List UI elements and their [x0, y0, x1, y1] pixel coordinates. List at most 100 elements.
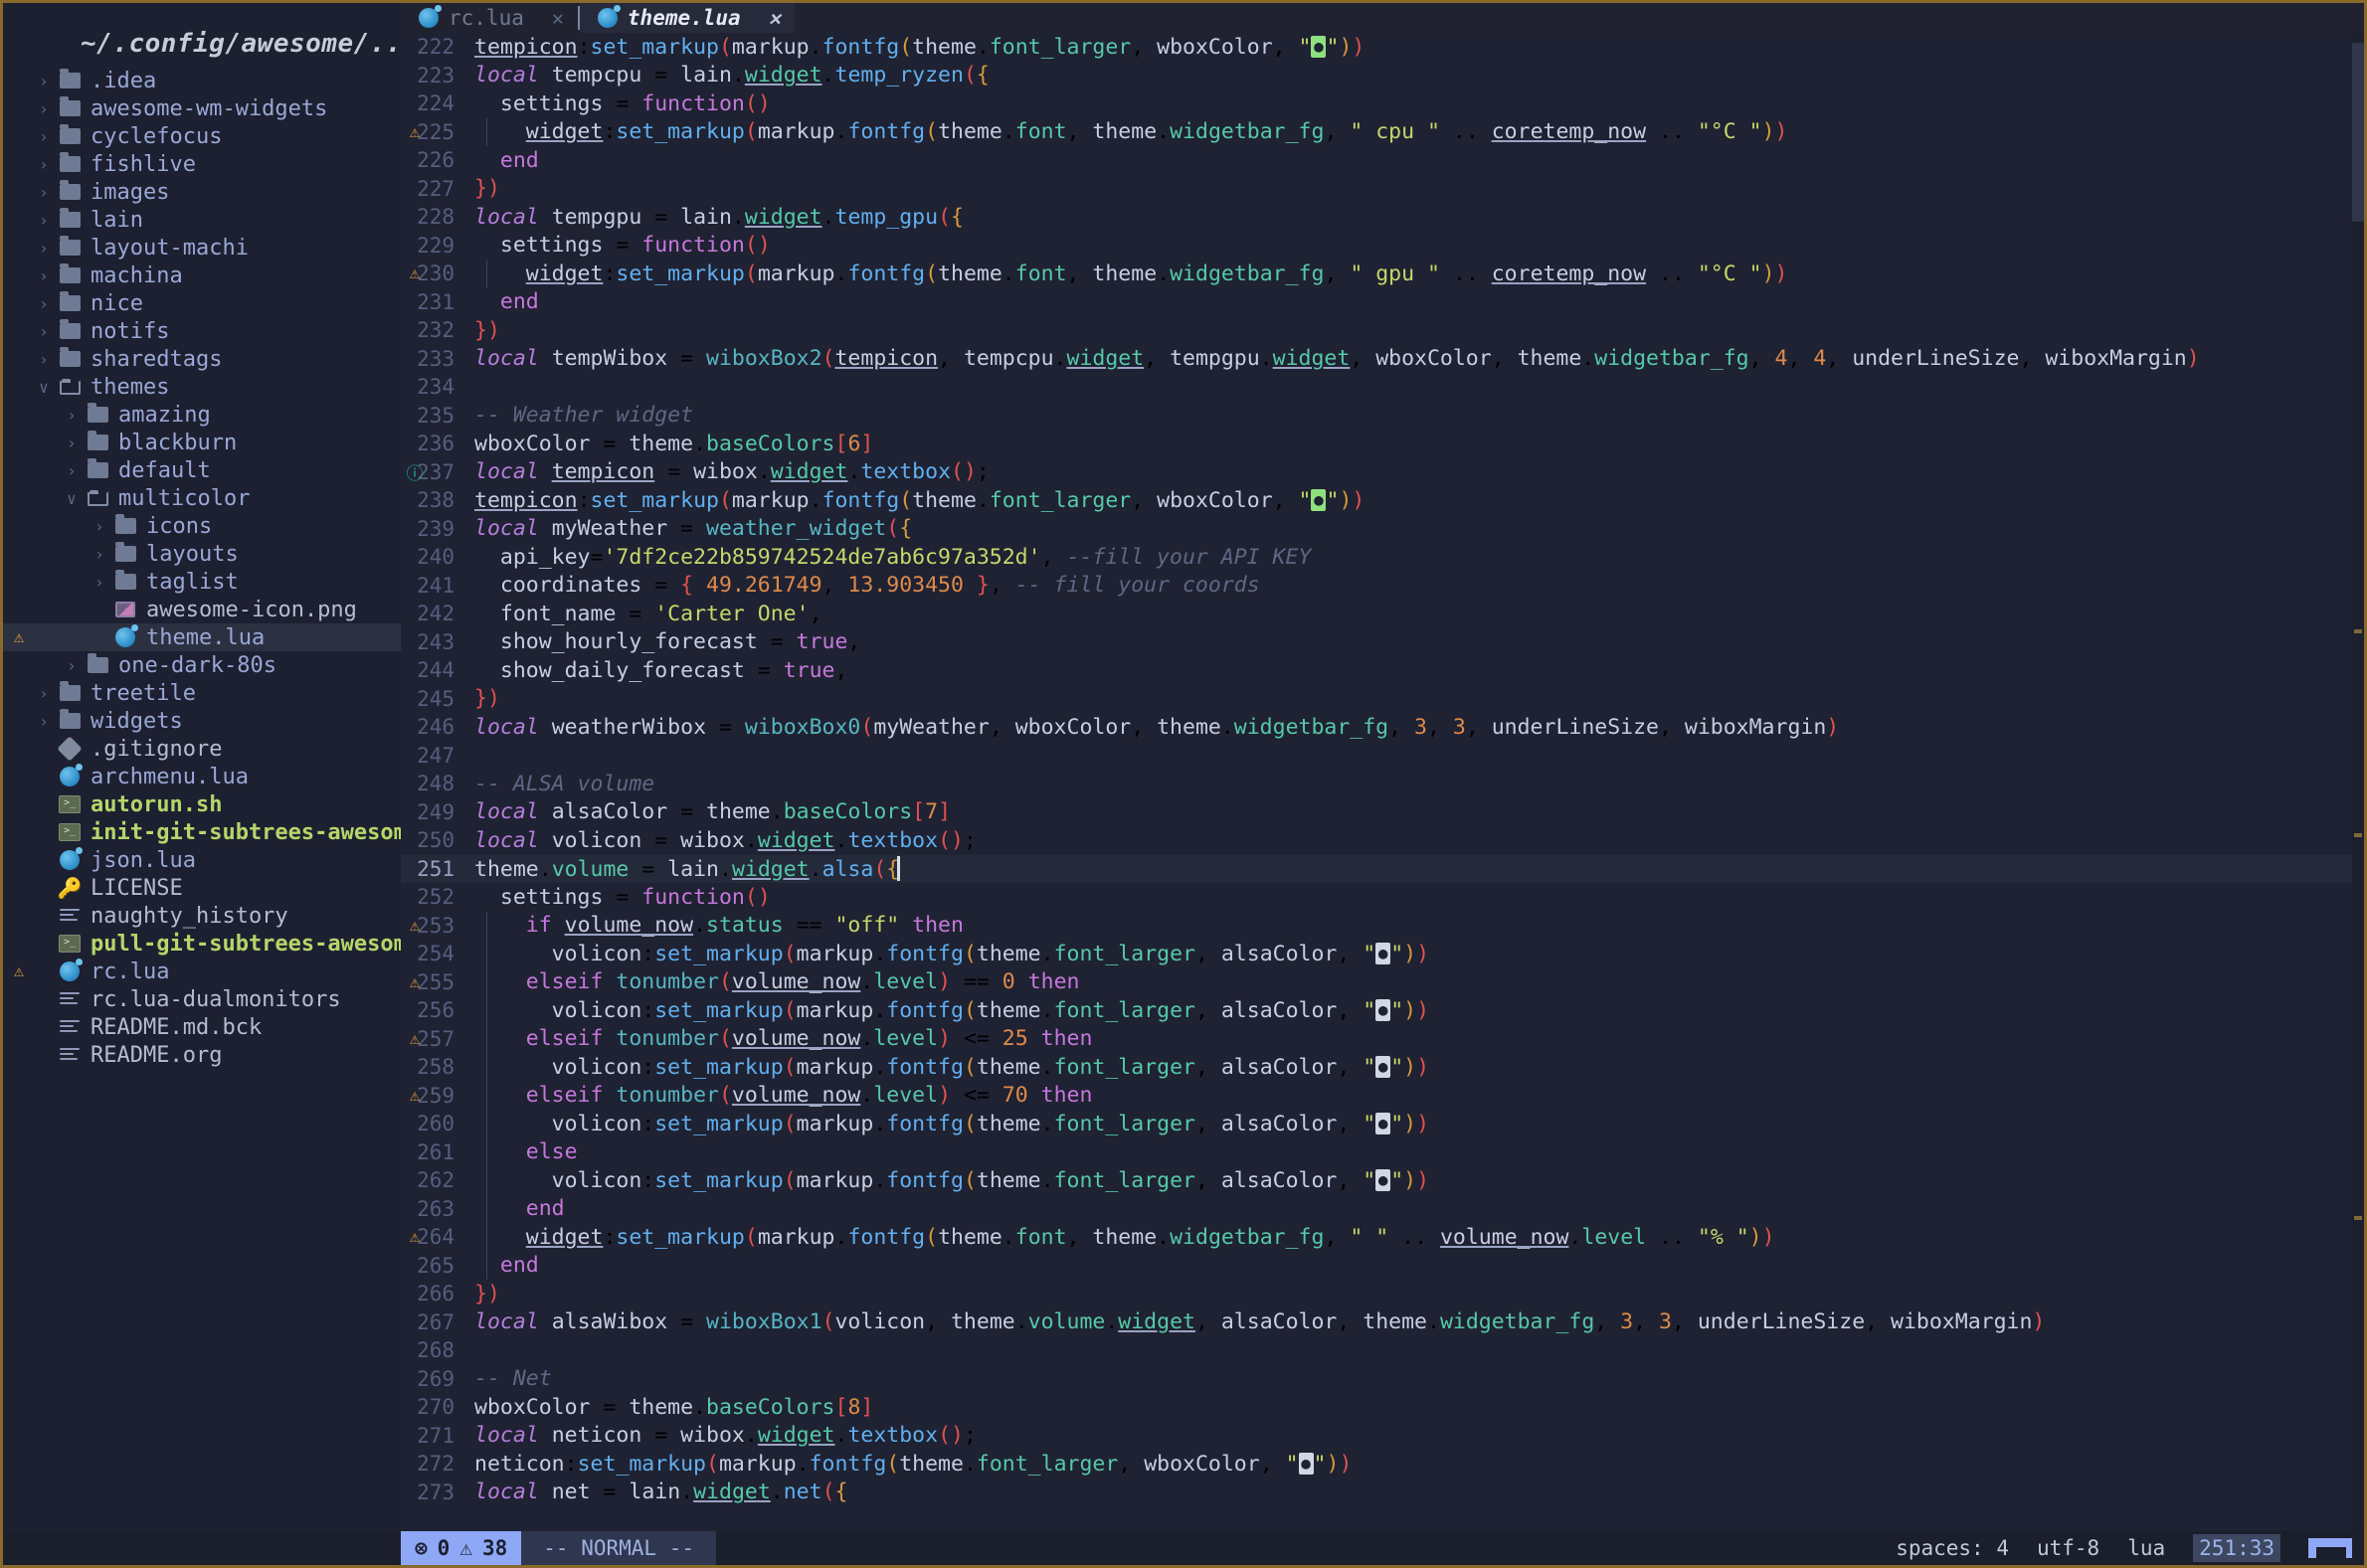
warning-icon[interactable]: ⚠ [404, 972, 426, 992]
tree-item-layouts[interactable]: › layouts [3, 540, 401, 568]
code-lines[interactable]: 222 tempicon:set_markup(markup.fontfg(the… [401, 33, 2364, 1506]
code-line[interactable]: 252 settings = function() [401, 883, 2364, 912]
scrollbar-rail[interactable] [2352, 33, 2364, 1531]
tree-item-sharedtags[interactable]: › sharedtags [3, 345, 401, 373]
code-line[interactable]: 254 volicon:set_markup(markup.fontfg(the… [401, 940, 2364, 968]
code-line[interactable]: 261 else [401, 1137, 2364, 1166]
code-line[interactable]: 227}) [401, 175, 2364, 204]
chevron-icon[interactable]: › [89, 573, 110, 592]
chevron-icon[interactable] [33, 879, 55, 898]
chevron-icon[interactable]: › [33, 72, 55, 90]
cursor-position[interactable]: 251:33 [2193, 1534, 2280, 1562]
tab-rc-lua[interactable]: rc.lua ✕ [401, 3, 578, 33]
code-line[interactable]: 223 local tempcpu = lain.widget.temp_ryze… [401, 62, 2364, 90]
code-line[interactable]: 258 volicon:set_markup(markup.fontfg(the… [401, 1053, 2364, 1082]
tree-item--idea[interactable]: › .idea [3, 67, 401, 94]
code-editor[interactable]: 222 tempicon:set_markup(markup.fontfg(the… [401, 33, 2364, 1531]
file-tree-sidebar[interactable]: ~/.config/awesome/.. › .idea › awesome-wm-w… [3, 3, 401, 1531]
chevron-icon[interactable]: › [33, 684, 55, 703]
close-icon[interactable]: ✕ [769, 6, 781, 30]
code-line[interactable]: 241 coordinates = { 49.261749, 13.903450… [401, 572, 2364, 601]
code-line[interactable]: 248 -- ALSA volume [401, 770, 2364, 798]
code-line[interactable]: ⚠ 253 if volume_now.status == "off" then [401, 911, 2364, 940]
chevron-icon[interactable] [33, 795, 55, 814]
code-line[interactable]: 234 [401, 373, 2364, 402]
code-line[interactable]: 240 api_key='7df2ce22b859742524de7ab6c97… [401, 543, 2364, 572]
tree-item-rc-lua-dualmonitors[interactable]: rc.lua-dualmonitors [3, 985, 401, 1013]
chevron-icon[interactable] [33, 907, 55, 926]
code-line[interactable]: 272 neticon:set_markup(markup.fontfg(them… [401, 1450, 2364, 1479]
chevron-icon[interactable]: ∨ [33, 378, 55, 397]
chevron-icon[interactable] [33, 851, 55, 870]
tab-theme-lua[interactable]: theme.lua ✕ [579, 3, 795, 33]
code-line[interactable]: 228 local tempgpu = lain.widget.temp_gpu(… [401, 203, 2364, 232]
code-line[interactable]: 249 local alsaColor = theme.baseColors[7] [401, 798, 2364, 827]
tree-item-themes[interactable]: ∨ themes [3, 373, 401, 401]
code-line[interactable]: 260 volicon:set_markup(markup.fontfg(the… [401, 1110, 2364, 1138]
tree-item-widgets[interactable]: › widgets [3, 707, 401, 735]
chevron-icon[interactable]: › [33, 712, 55, 731]
code-line[interactable]: ⚠ 225 widget:set_markup(markup.fontfg(the… [401, 117, 2364, 146]
code-line[interactable]: ⚠ 264 widget:set_markup(markup.fontfg(the… [401, 1223, 2364, 1252]
tree-item-treetile[interactable]: › treetile [3, 679, 401, 707]
code-line[interactable]: 229 settings = function() [401, 232, 2364, 261]
code-line[interactable]: 242 font_name = 'Carter One', [401, 600, 2364, 628]
tree-item-archmenu-lua[interactable]: archmenu.lua [3, 763, 401, 790]
code-line[interactable]: 256 volicon:set_markup(markup.fontfg(the… [401, 996, 2364, 1025]
tree-item-init-git-subtrees-awesom[interactable]: >_ init-git-subtrees-awesom [3, 818, 401, 846]
code-line[interactable]: 245}) [401, 685, 2364, 714]
tree-item-lain[interactable]: › lain [3, 206, 401, 234]
tree-item-readme-md-bck[interactable]: README.md.bck [3, 1013, 401, 1041]
tree-item-rc-lua[interactable]: ⚠ rc.lua [3, 958, 401, 985]
tree-item-awesome-wm-widgets[interactable]: › awesome-wm-widgets [3, 94, 401, 122]
tree-item-notifs[interactable]: › notifs [3, 317, 401, 345]
tree-item-awesome-icon-png[interactable]: awesome-icon.png [3, 596, 401, 623]
tree-item-default[interactable]: › default [3, 456, 401, 484]
chevron-icon[interactable] [33, 990, 55, 1009]
chevron-icon[interactable]: › [33, 239, 55, 258]
tree-item-amazing[interactable]: › amazing [3, 401, 401, 429]
tree-item-multicolor[interactable]: ∨ multicolor [3, 484, 401, 512]
code-line[interactable]: 267 local alsaWibox = wiboxBox1(volicon, … [401, 1308, 2364, 1337]
code-line[interactable]: 271 local neticon = wibox.widget.textbox(… [401, 1422, 2364, 1451]
info-icon[interactable]: ⓘ [404, 459, 426, 484]
chevron-icon[interactable] [33, 1046, 55, 1065]
code-line[interactable]: 226 end [401, 146, 2364, 175]
filetype-setting[interactable]: lua [2127, 1536, 2165, 1560]
code-line[interactable]: ⚠ 255 elseif tonumber(volume_now.level) =… [401, 967, 2364, 996]
tree-item-fishlive[interactable]: › fishlive [3, 150, 401, 178]
code-line[interactable]: 222 tempicon:set_markup(markup.fontfg(the… [401, 33, 2364, 62]
chevron-icon[interactable] [33, 935, 55, 954]
chevron-icon[interactable]: › [33, 99, 55, 118]
warning-icon[interactable]: ⚠ [404, 916, 426, 936]
chevron-icon[interactable] [33, 768, 55, 786]
code-line[interactable]: 236 wboxColor = theme.baseColors[6] [401, 430, 2364, 458]
code-line[interactable]: 238 tempicon:set_markup(markup.fontfg(the… [401, 486, 2364, 515]
code-line[interactable]: 250 local volicon = wibox.widget.textbox(… [401, 826, 2364, 855]
code-line[interactable]: 251 theme.volume = lain.widget.alsa({ [401, 854, 2364, 883]
chevron-icon[interactable]: › [61, 406, 83, 425]
tree-item-license[interactable]: 🔑 LICENSE [3, 874, 401, 902]
tree-item-taglist[interactable]: › taglist [3, 568, 401, 596]
code-line[interactable]: 232}) [401, 316, 2364, 345]
tree-item-images[interactable]: › images [3, 178, 401, 206]
warning-icon[interactable]: ⚠ [404, 1029, 426, 1049]
code-line[interactable]: 239 local myWeather = weather_widget({ [401, 515, 2364, 544]
code-line[interactable]: 247 [401, 742, 2364, 771]
encoding-setting[interactable]: utf-8 [2037, 1536, 2099, 1560]
chevron-icon[interactable] [89, 628, 110, 647]
tree-item-pull-git-subtrees-awesom[interactable]: >_ pull-git-subtrees-awesom [3, 930, 401, 958]
code-line[interactable]: ⚠ 257 elseif tonumber(volume_now.level) <… [401, 1024, 2364, 1053]
warning-icon[interactable]: ⚠ [404, 1086, 426, 1106]
chevron-icon[interactable]: › [33, 294, 55, 313]
chevron-icon[interactable]: › [33, 322, 55, 341]
code-line[interactable]: ⚠ 230 widget:set_markup(markup.fontfg(the… [401, 260, 2364, 288]
tree-item-blackburn[interactable]: › blackburn [3, 429, 401, 456]
tree-item-machina[interactable]: › machina [3, 261, 401, 289]
chevron-icon[interactable] [33, 823, 55, 842]
tree-item-readme-org[interactable]: README.org [3, 1041, 401, 1069]
code-line[interactable]: 233 local tempWibox = wiboxBox2(tempicon,… [401, 345, 2364, 374]
tree-item-theme-lua[interactable]: ⚠ theme.lua [3, 623, 401, 651]
tree-item-icons[interactable]: › icons [3, 512, 401, 540]
chevron-icon[interactable]: › [33, 211, 55, 230]
